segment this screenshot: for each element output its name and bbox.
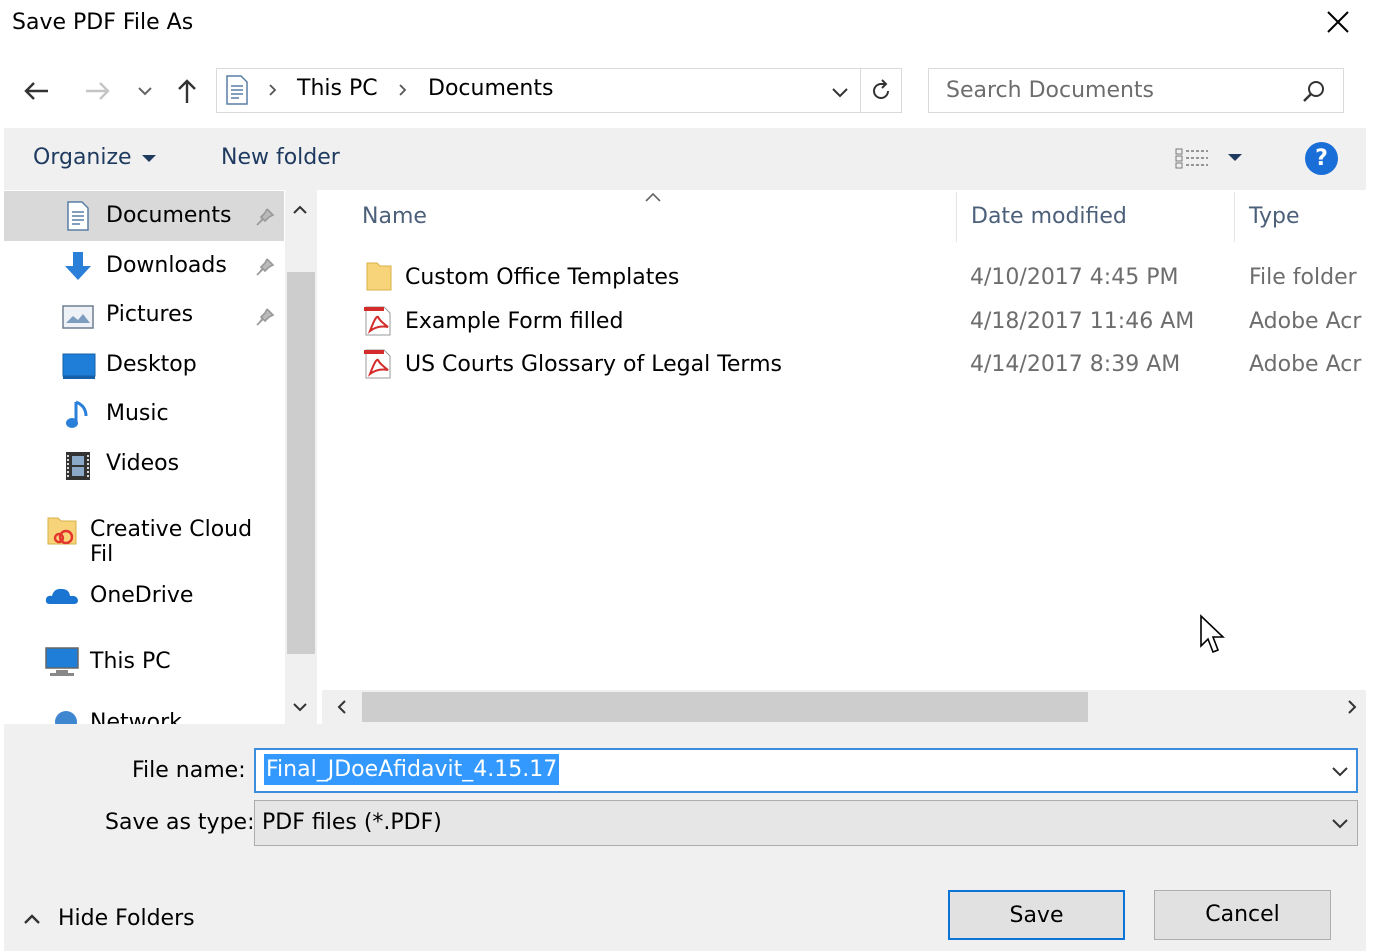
file-type: File folder [1249, 265, 1357, 290]
file-name: US Courts Glossary of Legal Terms [405, 352, 782, 377]
onedrive-icon [45, 588, 78, 604]
address-separator [860, 68, 861, 113]
back-arrow-icon[interactable] [20, 74, 54, 108]
chevron-up-icon[interactable] [20, 908, 44, 932]
search-icon[interactable] [1300, 78, 1328, 106]
documents-icon [226, 75, 248, 105]
column-header-type[interactable]: Type [1249, 204, 1300, 229]
command-toolbar [4, 128, 1366, 190]
horizontal-scrollbar-thumb[interactable] [362, 692, 1088, 722]
desktop-icon [62, 353, 96, 379]
nav-scrollbar-thumb[interactable] [287, 272, 315, 654]
file-date: 4/18/2017 11:46 AM [970, 309, 1195, 334]
save-type-value[interactable]: PDF files (*.PDF) [262, 810, 442, 835]
sidebar-item-desktop[interactable]: Desktop [106, 352, 197, 377]
pictures-icon [62, 305, 94, 329]
save-type-dropdown-icon[interactable] [1328, 812, 1352, 834]
sidebar-item-videos[interactable]: Videos [106, 451, 179, 476]
pin-icon[interactable] [254, 206, 276, 228]
up-arrow-icon[interactable] [170, 74, 204, 108]
file-type: Adobe Acr [1249, 352, 1362, 377]
sidebar-item-pictures[interactable]: Pictures [106, 302, 193, 327]
forward-arrow-icon[interactable] [80, 74, 114, 108]
sidebar-item-this-pc[interactable]: This PC [90, 649, 171, 674]
scroll-right-icon[interactable] [1342, 697, 1362, 717]
scroll-left-icon[interactable] [332, 697, 352, 717]
videos-icon [66, 452, 90, 480]
file-name-label: File name: [132, 758, 246, 783]
column-separator[interactable] [956, 192, 957, 242]
save-type-label: Save as type: [105, 810, 255, 835]
downloads-icon [65, 252, 91, 280]
refresh-icon[interactable] [868, 77, 894, 105]
address-dropdown-icon[interactable] [828, 80, 852, 104]
this-pc-icon [45, 647, 79, 676]
organize-button[interactable]: Organize [33, 145, 132, 170]
documents-icon [67, 201, 89, 231]
pin-icon[interactable] [254, 256, 276, 278]
breadcrumb-chevron-icon [399, 84, 407, 96]
file-date: 4/14/2017 8:39 AM [970, 352, 1181, 377]
hide-folders-button[interactable]: Hide Folders [58, 906, 195, 931]
column-header-date[interactable]: Date modified [971, 204, 1127, 229]
file-name-input[interactable]: Final_JDoeAfidavit_4.15.17 [264, 754, 560, 785]
sidebar-item-network[interactable]: Network [90, 710, 182, 724]
creative-cloud-icon [47, 517, 77, 545]
view-options-caret-icon[interactable] [1226, 152, 1244, 164]
scroll-down-icon[interactable] [290, 697, 310, 717]
pdf-icon [364, 306, 391, 336]
file-name: Example Form filled [405, 309, 624, 334]
breadcrumb-this-pc[interactable]: This PC [297, 76, 378, 101]
help-button[interactable]: ? [1305, 142, 1338, 175]
view-details-icon[interactable] [1174, 146, 1210, 172]
mouse-cursor-icon [1200, 614, 1225, 654]
pin-icon[interactable] [254, 306, 276, 328]
file-date: 4/10/2017 4:45 PM [970, 265, 1179, 290]
save-button[interactable]: Save [948, 890, 1125, 940]
sidebar-item-creative-cloud[interactable]: Creative Cloud Fil [90, 517, 282, 567]
network-icon [55, 711, 77, 724]
breadcrumb-chevron-icon [269, 84, 277, 96]
recent-chevron-down-icon[interactable] [134, 74, 156, 108]
sidebar-item-onedrive[interactable]: OneDrive [90, 583, 193, 608]
sort-ascending-icon [645, 192, 661, 202]
close-icon[interactable] [1322, 6, 1354, 38]
organize-label: Organize [33, 145, 132, 170]
file-name-dropdown-icon[interactable] [1328, 760, 1352, 782]
sidebar-item-music[interactable]: Music [106, 401, 169, 426]
sidebar-item-downloads[interactable]: Downloads [106, 253, 227, 278]
file-name: Custom Office Templates [405, 265, 680, 290]
window-title: Save PDF File As [12, 10, 194, 35]
file-type: Adobe Acr [1249, 309, 1362, 334]
column-header-name[interactable]: Name [362, 204, 427, 229]
breadcrumb-documents[interactable]: Documents [428, 76, 553, 101]
pdf-icon [364, 349, 391, 379]
folder-icon [366, 262, 392, 291]
scroll-up-icon[interactable] [290, 200, 310, 220]
music-icon [66, 400, 88, 428]
sidebar-item-documents[interactable]: Documents [106, 203, 231, 228]
cancel-button[interactable]: Cancel [1154, 890, 1331, 940]
new-folder-button[interactable]: New folder [221, 145, 340, 170]
nav-network-clip: Network [4, 700, 284, 724]
organize-caret-icon[interactable] [140, 153, 158, 165]
column-separator[interactable] [1234, 192, 1235, 242]
search-input[interactable]: Search Documents [946, 78, 1154, 103]
